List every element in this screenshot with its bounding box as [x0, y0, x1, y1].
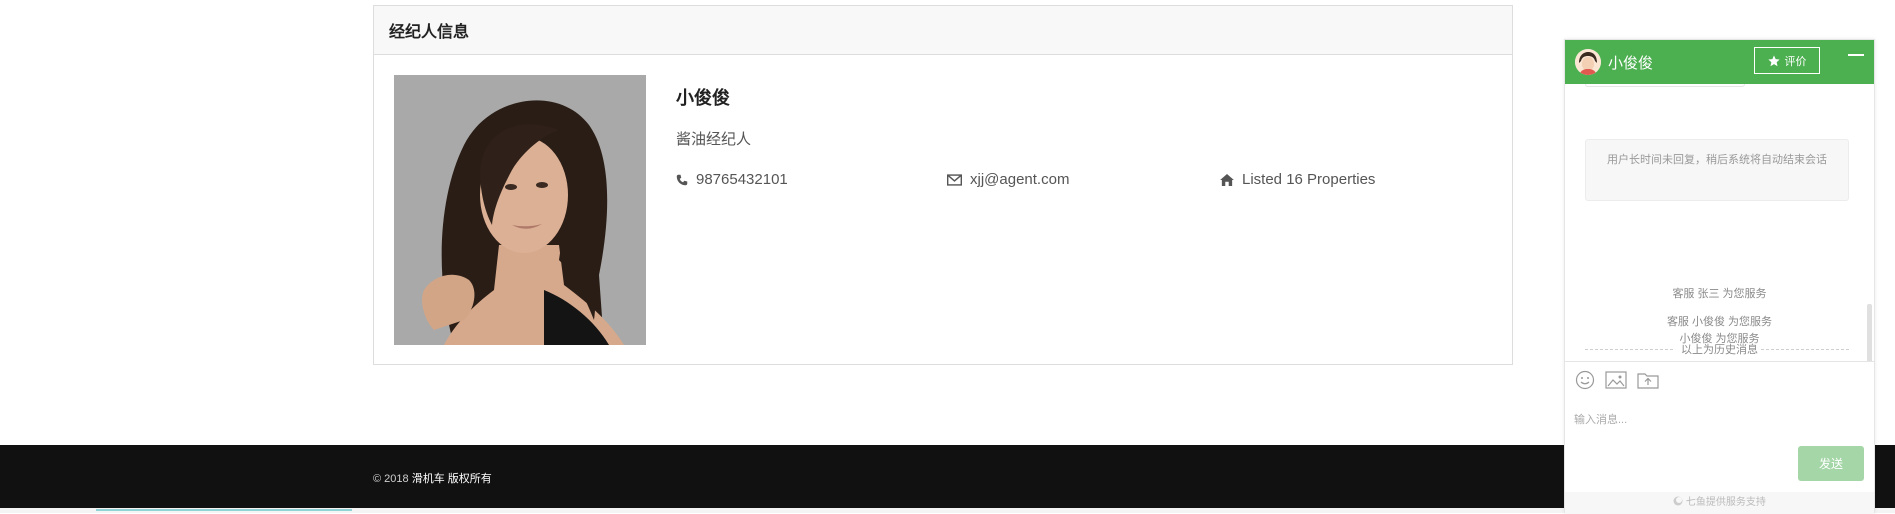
bottom-accent: [96, 509, 352, 511]
agent-phone-text: 98765432101: [696, 171, 788, 188]
chat-widget: 小俊俊 评价 用户长时间未回复，稍后系统将自动结束会话 客服 张三 为您服务 客…: [1564, 39, 1875, 514]
powered-by-text: 七鱼提供服务支持: [1685, 497, 1766, 508]
emoji-icon[interactable]: [1575, 370, 1595, 390]
chat-messages[interactable]: 用户长时间未回复，稍后系统将自动结束会话 客服 张三 为您服务 客服 小俊俊 为…: [1565, 84, 1874, 361]
copyright: © 2018 滑机车 版权所有: [373, 470, 492, 486]
agent-role: 酱油经纪人: [676, 131, 752, 148]
chat-header: 小俊俊 评价: [1565, 40, 1874, 84]
agent-photo: [394, 75, 646, 345]
qiyu-logo-icon: [1673, 496, 1686, 508]
system-message: 小俊俊 为您服务: [1679, 333, 1760, 345]
system-message: 客服 小俊俊 为您服务: [1666, 316, 1773, 328]
chat-avatar: [1575, 49, 1601, 75]
panel-title: 经纪人信息: [389, 24, 470, 41]
agent-info-panel: 经纪人信息 小俊俊 酱油经纪人 98765432101 xjj@agent.co…: [373, 5, 1513, 365]
chat-toolbar: [1575, 370, 1659, 390]
powered-by: 七鱼提供服务支持: [1565, 492, 1874, 514]
upload-file-icon[interactable]: [1637, 370, 1659, 390]
envelope-icon: [947, 173, 962, 186]
system-message: 客服 张三 为您服务: [1672, 288, 1767, 300]
agent-phone: 98765432101: [676, 171, 788, 188]
panel-header: 经纪人信息: [374, 6, 1512, 55]
star-icon: [1767, 54, 1780, 66]
agent-name: 小俊俊: [676, 88, 730, 108]
rate-button[interactable]: 评价: [1754, 47, 1820, 74]
agent-listings-text[interactable]: Listed 16 Properties: [1242, 171, 1375, 188]
rate-button-label: 评价: [1784, 55, 1807, 68]
home-icon: [1220, 173, 1234, 186]
copyright-prefix: © 2018: [373, 473, 412, 485]
agent-listings[interactable]: Listed 16 Properties: [1220, 171, 1375, 188]
agent-email-text[interactable]: xjj@agent.com: [970, 171, 1069, 188]
chat-title: 小俊俊: [1608, 54, 1654, 72]
inactivity-notice: 用户长时间未回复，稍后系统将自动结束会话: [1585, 139, 1849, 201]
image-icon[interactable]: [1605, 370, 1627, 390]
message-input[interactable]: [1574, 400, 1864, 440]
chat-input-area: 发送 七鱼提供服务支持: [1565, 361, 1874, 514]
minimize-button[interactable]: [1848, 54, 1864, 56]
copyright-brand[interactable]: 滑机车 版权所有: [412, 473, 492, 485]
previous-message-bubble: [1585, 84, 1745, 87]
send-button[interactable]: 发送: [1798, 446, 1864, 481]
phone-icon: [676, 174, 688, 185]
agent-email[interactable]: xjj@agent.com: [947, 171, 1069, 188]
